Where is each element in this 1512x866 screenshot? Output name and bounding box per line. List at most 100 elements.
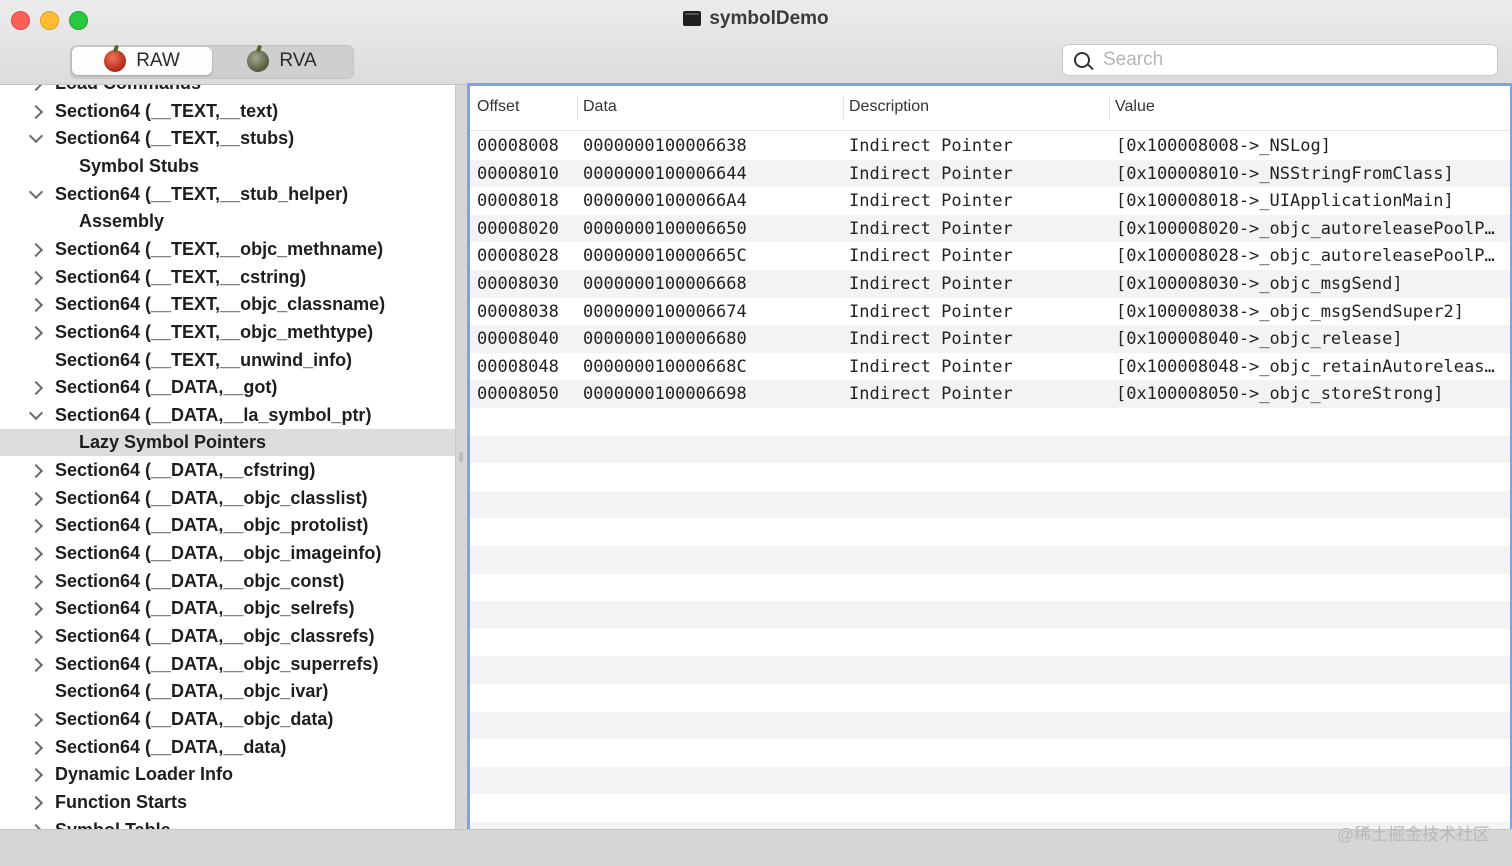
outline-item[interactable]: Dynamic Loader Info (0, 761, 455, 788)
outline-item[interactable]: Section64 (__DATA,__objc_ivar) (0, 678, 455, 705)
table-row[interactable]: 00008048 000000010000668C Indirect Pointer… (470, 353, 1510, 381)
outline-item[interactable]: Section64 (__DATA,__objc_data) (0, 706, 455, 733)
empty-table-row[interactable] (470, 766, 1510, 795)
raw-mode-button[interactable]: RAW (72, 47, 212, 75)
outline-item[interactable]: Section64 (__DATA,__objc_imageinfo) (0, 540, 455, 567)
empty-table-row[interactable] (470, 435, 1510, 464)
outline-item[interactable]: Section64 (__TEXT,__objc_methname) (0, 236, 455, 263)
apple-red-icon (104, 50, 127, 72)
cell-value: [0x100008050->_objc_storeStrong] (1116, 384, 1444, 405)
chevron-right-icon[interactable] (28, 464, 44, 479)
outline-item[interactable]: Section64 (__DATA,__objc_const) (0, 568, 455, 595)
table-row[interactable]: 00008020 0000000100006650 Indirect Pointer… (470, 214, 1510, 243)
chevron-right-icon[interactable] (28, 242, 44, 257)
chevron-right-icon[interactable] (28, 519, 44, 534)
column-separator[interactable] (843, 96, 844, 120)
table-row[interactable]: 00008028 000000010000665C Indirect Pointer… (470, 242, 1510, 270)
outline-item[interactable]: Section64 (__DATA,__objc_classrefs) (0, 623, 455, 650)
outline-item[interactable]: Section64 (__DATA,__got) (0, 374, 455, 401)
outline-child-item[interactable]: Lazy Symbol Pointers (0, 429, 455, 457)
empty-table-row[interactable] (470, 518, 1510, 546)
chevron-right-icon[interactable] (28, 740, 44, 755)
outline-item[interactable]: Section64 (__TEXT,__objc_methtype) (0, 319, 455, 346)
outline-item[interactable]: Section64 (__TEXT,__cstring) (0, 264, 455, 291)
chevron-right-icon[interactable] (28, 768, 44, 783)
chevron-down-icon[interactable] (28, 184, 44, 199)
empty-table-row[interactable] (470, 463, 1510, 491)
column-header-data[interactable]: Data (583, 98, 617, 116)
empty-table-row[interactable] (470, 546, 1510, 574)
empty-table-row[interactable] (470, 656, 1510, 684)
column-header-description[interactable]: Description (849, 98, 929, 116)
outline-child-item[interactable]: Symbol Stubs (0, 153, 455, 180)
chevron-right-icon[interactable] (28, 574, 44, 589)
empty-table-row[interactable] (470, 794, 1510, 822)
empty-table-row[interactable] (470, 684, 1510, 712)
empty-table-row[interactable] (470, 408, 1510, 436)
table-row[interactable]: 00008030 0000000100006668 Indirect Pointer… (470, 270, 1510, 298)
outline-item[interactable]: Section64 (__TEXT,__stub_helper) (0, 181, 455, 208)
empty-table-row[interactable] (470, 629, 1510, 657)
chevron-right-icon[interactable] (28, 325, 44, 340)
cell-description: Indirect Pointer (849, 301, 1013, 322)
outline-item[interactable]: Section64 (__DATA,__objc_selrefs) (0, 595, 455, 622)
rva-mode-label: RVA (279, 50, 317, 71)
outline-item[interactable]: Section64 (__DATA,__la_symbol_ptr) (0, 402, 455, 429)
empty-table-row[interactable] (470, 574, 1510, 602)
chevron-down-icon[interactable] (28, 129, 44, 144)
cell-offset: 00008018 (477, 191, 559, 212)
column-separator[interactable] (577, 96, 578, 120)
column-separator[interactable] (1109, 96, 1110, 120)
chevron-right-icon[interactable] (28, 657, 44, 672)
chevron-right-icon[interactable] (28, 546, 44, 562)
table-row[interactable]: 00008038 0000000100006674 Indirect Pointer… (470, 298, 1510, 326)
outline-item[interactable]: Section64 (__DATA,__objc_classlist) (0, 485, 455, 512)
outline-item[interactable]: Section64 (__TEXT,__stubs) (0, 125, 455, 152)
table-row[interactable]: 00008010 0000000100006644 Indirect Pointer… (470, 159, 1510, 188)
chevron-right-icon[interactable] (28, 602, 44, 617)
pointer-table[interactable]: Offset Data Description Value 00008008 00… (467, 83, 1512, 834)
cell-value: [0x100008010->_NSStringFromClass] (1116, 163, 1454, 184)
section-outline-sidebar: Load Commands Section64 (__TEXT,__text) Se… (0, 85, 456, 829)
outline-item[interactable]: Section64 (__DATA,__objc_protolist) (0, 512, 455, 539)
chevron-right-icon[interactable] (28, 491, 44, 506)
outline-item[interactable]: Section64 (__DATA,__cfstring) (0, 457, 455, 484)
chevron-right-icon[interactable] (28, 795, 44, 810)
chevron-right-icon[interactable] (28, 298, 44, 313)
empty-table-row[interactable] (470, 601, 1510, 629)
column-header-offset[interactable]: Offset (477, 98, 519, 116)
chevron-down-icon[interactable] (28, 405, 44, 420)
table-row[interactable]: 00008008 0000000100006638 Indirect Pointer… (470, 132, 1510, 160)
column-header-value[interactable]: Value (1115, 98, 1155, 116)
search-input[interactable] (1101, 47, 1485, 73)
outline-item[interactable]: Section64 (__TEXT,__objc_classname) (0, 291, 455, 318)
outline-item[interactable]: Section64 (__TEXT,__unwind_info) (0, 347, 455, 374)
chevron-right-icon[interactable] (28, 104, 44, 119)
outline-item[interactable]: Symbol Table (0, 817, 455, 829)
rva-mode-button[interactable]: RVA (212, 47, 352, 75)
cell-data: 000000010000665C (583, 246, 747, 267)
watermark-text: @稀土掘金技术社区 (1336, 825, 1490, 844)
chevron-right-icon[interactable] (28, 85, 44, 92)
outline-item[interactable]: Load Commands (0, 85, 455, 97)
outline-item-label: Symbol Stubs (79, 155, 200, 176)
outline-item[interactable]: Section64 (__DATA,__objc_superrefs) (0, 651, 455, 678)
chevron-right-icon[interactable] (28, 381, 44, 396)
outline-item[interactable]: Section64 (__TEXT,__text) (0, 98, 455, 125)
search-field[interactable] (1062, 44, 1498, 76)
empty-table-row[interactable] (470, 711, 1510, 740)
table-header: Offset Data Description Value (470, 86, 1510, 131)
chevron-right-icon[interactable] (28, 629, 44, 645)
table-row[interactable]: 00008050 0000000100006698 Indirect Pointer… (470, 380, 1510, 408)
apple-green-icon (247, 50, 270, 72)
empty-table-row[interactable] (470, 739, 1510, 767)
outline-item[interactable]: Function Starts (0, 789, 455, 816)
empty-table-row[interactable] (470, 490, 1510, 519)
chevron-right-icon[interactable] (28, 270, 44, 285)
table-row[interactable]: 00008018 00000001000066A4 Indirect Pointer… (470, 187, 1510, 215)
table-row[interactable]: 00008040 0000000100006680 Indirect Pointer… (470, 325, 1510, 353)
splitter-handle[interactable] (459, 452, 463, 462)
outline-item[interactable]: Section64 (__DATA,__data) (0, 734, 455, 761)
chevron-right-icon[interactable] (28, 712, 44, 728)
outline-child-item[interactable]: Assembly (0, 208, 455, 235)
